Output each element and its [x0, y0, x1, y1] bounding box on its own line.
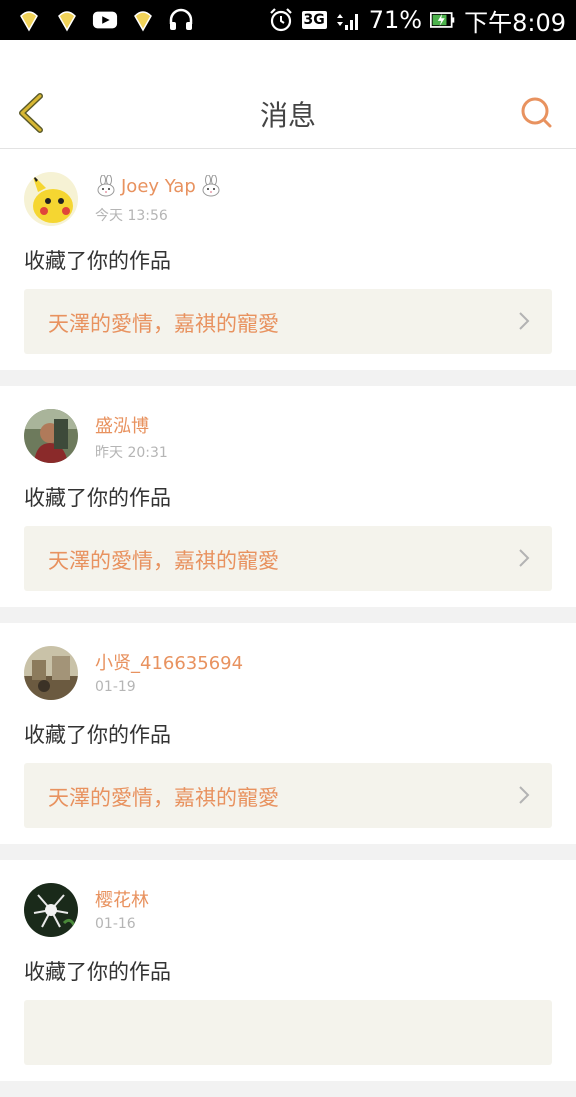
app-notification-icon [16, 7, 42, 33]
action-text: 收藏了你的作品 [24, 960, 171, 984]
work-title: 天澤的愛情，嘉祺的寵愛 [48, 786, 279, 810]
search-icon [521, 97, 552, 128]
notification-icons [16, 0, 194, 40]
avatar[interactable] [24, 172, 78, 226]
timestamp: 今天 13:56 [95, 208, 168, 224]
username[interactable]: Joey Yap [121, 176, 196, 197]
timestamp: 昨天 20:31 [95, 445, 168, 461]
timestamp: 01-16 [95, 916, 136, 932]
username-row: 盛泓博 [95, 412, 149, 438]
timestamp: 01-19 [95, 679, 136, 695]
username-row: 小贤_416635694 [95, 649, 243, 675]
action-text: 收藏了你的作品 [24, 723, 171, 747]
page-title: 消息 [259, 99, 316, 132]
chevron-right-icon [519, 549, 530, 567]
work-link[interactable] [24, 1000, 552, 1065]
system-status: 3G 71% 下午8:09 [268, 0, 566, 40]
youtube-icon [92, 7, 118, 33]
clock: 下午8:09 [464, 8, 566, 37]
message-card: 樱花林 01-16 收藏了你的作品 [0, 860, 576, 1081]
headphones-icon [168, 7, 194, 33]
search-button[interactable] [520, 95, 554, 131]
header-bar: 消息 [0, 40, 576, 149]
network-type: 3G [301, 11, 327, 29]
message-list: Joey Yap 今天 13:56 收藏了你的作品 天澤的愛情，嘉祺的寵愛 盛泓… [0, 149, 576, 1097]
bunny-icon [97, 175, 115, 197]
avatar[interactable] [24, 883, 78, 937]
work-link[interactable]: 天澤的愛情，嘉祺的寵愛 [24, 289, 552, 354]
username[interactable]: 樱花林 [95, 886, 149, 912]
alarm-icon [268, 7, 294, 33]
battery-percent: 71% [368, 6, 423, 34]
battery-charging-icon [430, 7, 456, 33]
work-link[interactable]: 天澤的愛情，嘉祺的寵愛 [24, 763, 552, 828]
work-title: 天澤的愛情，嘉祺的寵愛 [48, 312, 279, 336]
action-text: 收藏了你的作品 [24, 249, 171, 273]
work-title: 天澤的愛情，嘉祺的寵愛 [48, 549, 279, 573]
work-link[interactable]: 天澤的愛情，嘉祺的寵愛 [24, 526, 552, 591]
bunny-icon [202, 175, 220, 197]
chevron-right-icon [519, 786, 530, 804]
app-notification-icon [54, 7, 80, 33]
chevron-right-icon [519, 312, 530, 330]
message-card: Joey Yap 今天 13:56 收藏了你的作品 天澤的愛情，嘉祺的寵愛 [0, 149, 576, 370]
action-text: 收藏了你的作品 [24, 486, 171, 510]
avatar[interactable] [24, 646, 78, 700]
message-card: 盛泓博 昨天 20:31 收藏了你的作品 天澤的愛情，嘉祺的寵愛 [0, 386, 576, 607]
signal-icon [335, 7, 361, 33]
username[interactable]: 小贤_416635694 [95, 649, 243, 675]
username-row: 樱花林 [95, 886, 149, 912]
message-card: 小贤_416635694 01-19 收藏了你的作品 天澤的愛情，嘉祺的寵愛 [0, 623, 576, 844]
avatar[interactable] [24, 409, 78, 463]
username-row: Joey Yap [95, 175, 222, 197]
status-bar: 3G 71% 下午8:09 [0, 0, 576, 40]
username[interactable]: 盛泓博 [95, 412, 149, 438]
app-notification-icon [130, 7, 156, 33]
